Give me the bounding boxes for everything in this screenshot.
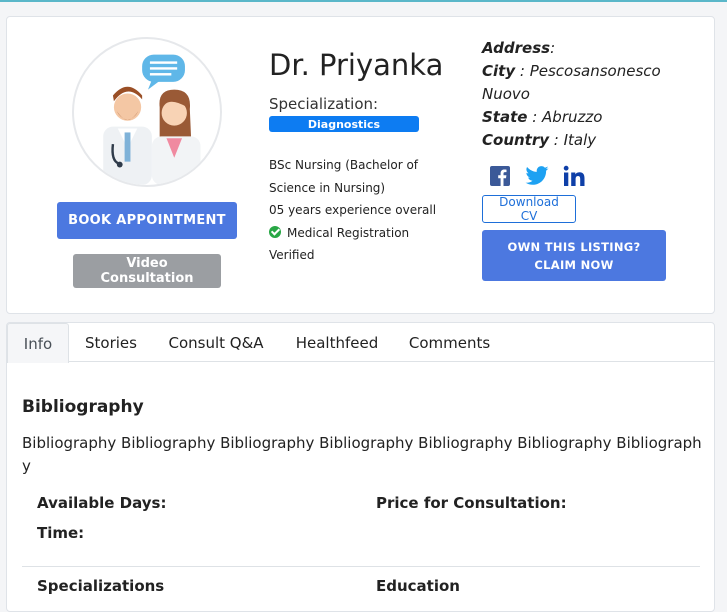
- state-value: Abruzzo: [542, 108, 603, 126]
- specialization-badge: Diagnostics: [269, 116, 419, 132]
- doctors-illustration-icon: [103, 54, 201, 185]
- bibliography-text: Bibliography Bibliography Bibliography B…: [22, 434, 702, 475]
- top-accent-line: [0, 0, 727, 2]
- specializations-label: Specializations: [37, 577, 165, 595]
- tab-consult-qa[interactable]: Consult Q&A: [156, 323, 276, 362]
- bibliography-title: Bibliography: [22, 397, 144, 417]
- country-value: Italy: [563, 131, 597, 149]
- qualification-details: BSc Nursing (Bachelor of Science in Nurs…: [269, 154, 459, 267]
- verified-text: Verified: [269, 248, 315, 262]
- time-label: Time:: [37, 524, 85, 542]
- tab-comments[interactable]: Comments: [397, 323, 502, 362]
- claim-listing-button[interactable]: OWN THIS LISTING? CLAIM NOW: [482, 230, 666, 281]
- available-days-label: Available Days:: [37, 494, 167, 512]
- doctor-name: Dr. Priyanka: [269, 48, 444, 82]
- tab-stories[interactable]: Stories: [71, 323, 151, 362]
- qualification-line: Science in Nursing): [269, 180, 386, 195]
- download-cv-button[interactable]: Download CV: [482, 195, 576, 223]
- book-appointment-button[interactable]: BOOK APPOINTMENT: [57, 202, 237, 239]
- verified-line: Medical Registration: [269, 222, 459, 245]
- section-divider: [22, 566, 700, 567]
- education-label: Education: [376, 577, 460, 595]
- price-label: Price for Consultation:: [376, 494, 567, 512]
- check-circle-icon: [269, 225, 281, 238]
- profile-details-card: Info Stories Consult Q&A Healthfeed Comm…: [6, 322, 715, 612]
- tab-info[interactable]: Info: [7, 323, 69, 363]
- country-label: Country: [482, 131, 550, 149]
- address-heading: Address: [482, 39, 551, 57]
- city-value: Pescosansonesco: [529, 62, 661, 80]
- experience-text: 05 years experience overall: [269, 203, 437, 217]
- tab-bar: Info Stories Consult Q&A Healthfeed Comm…: [7, 323, 714, 363]
- verified-text: Medical Registration: [287, 225, 410, 240]
- specialization-label: Specialization:: [269, 95, 379, 113]
- social-links: [489, 165, 585, 187]
- video-consultation-button[interactable]: Video Consultation: [73, 254, 221, 288]
- city-label: City: [482, 62, 516, 80]
- doctor-avatar: [72, 37, 222, 187]
- claim-line: OWN THIS LISTING?: [507, 239, 641, 254]
- city-value-cont: Nuovo: [482, 85, 530, 103]
- tab-healthfeed[interactable]: Healthfeed: [282, 323, 392, 362]
- facebook-icon[interactable]: [489, 165, 511, 187]
- address-block: Address: City : Pescosansonesco Nuovo St…: [482, 37, 707, 152]
- qualification-line: BSc Nursing (Bachelor of: [269, 158, 419, 172]
- claim-line: CLAIM NOW: [534, 257, 614, 272]
- linkedin-icon[interactable]: [563, 165, 585, 187]
- twitter-icon[interactable]: [525, 166, 549, 186]
- doctor-profile-card: BOOK APPOINTMENT Video Consultation Dr. …: [6, 16, 715, 314]
- state-label: State: [482, 108, 528, 126]
